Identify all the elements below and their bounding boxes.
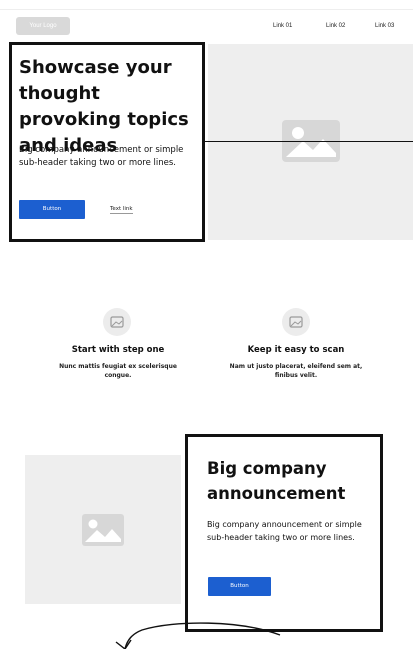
curved-arrow-icon (115, 622, 281, 649)
